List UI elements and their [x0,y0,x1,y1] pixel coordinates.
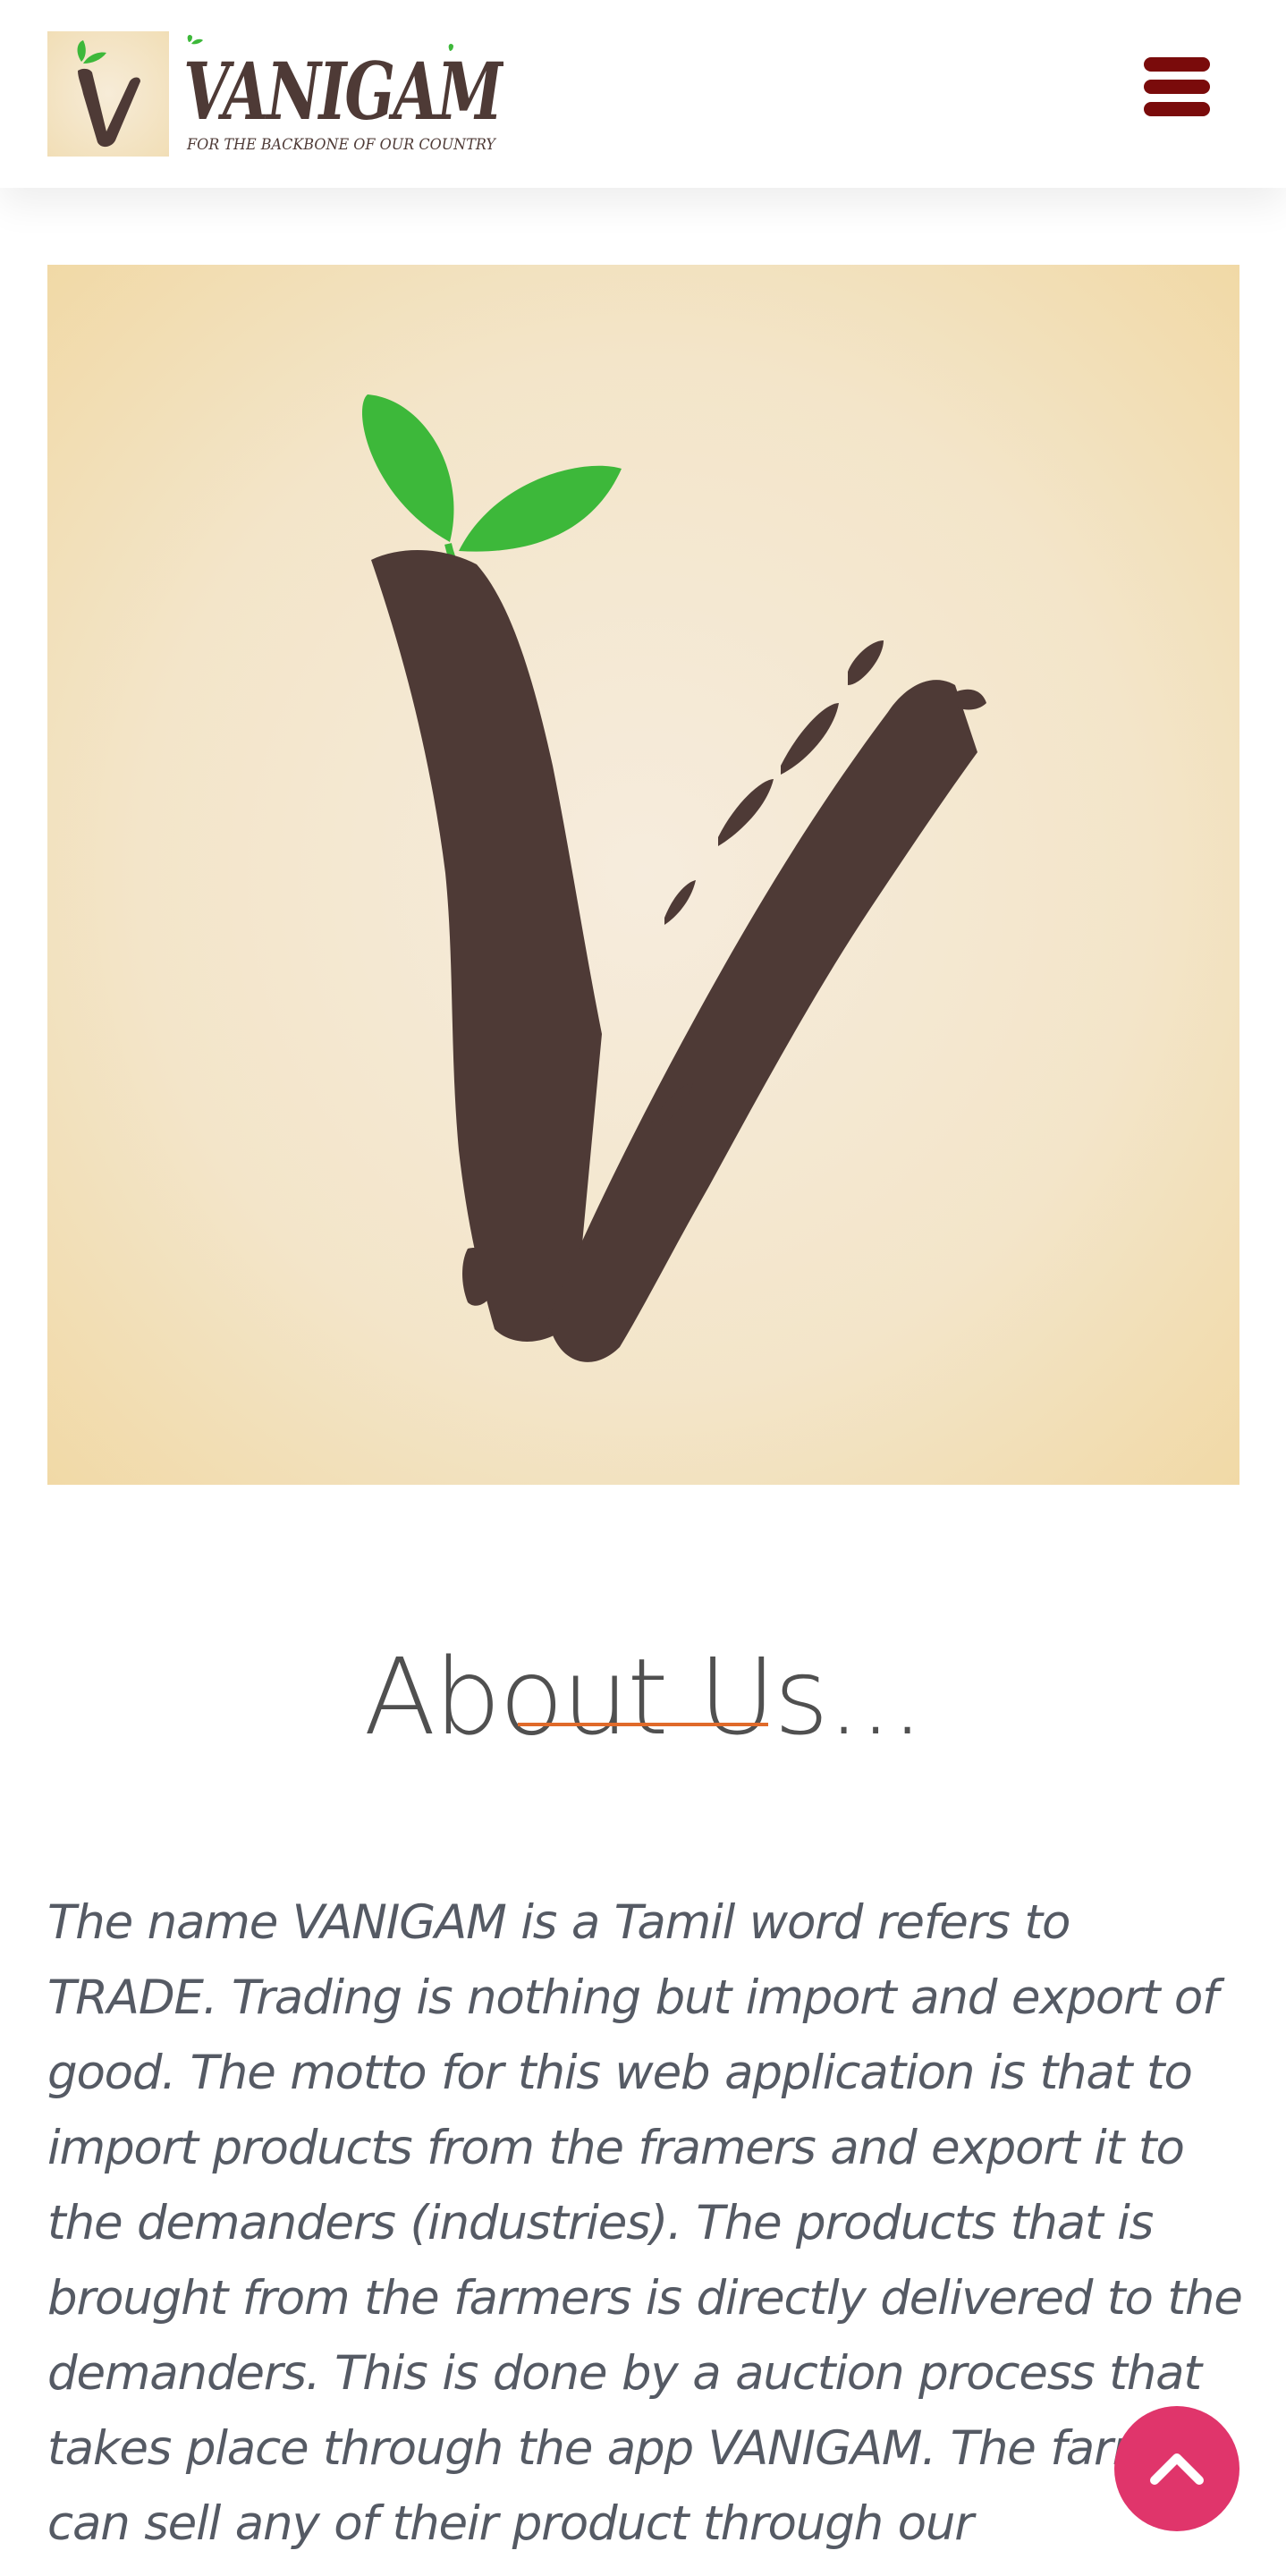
brand-logo-link[interactable]: VANIGAM FOR THE BACKBONE OF OUR COUNTRY [47,31,503,157]
hamburger-menu-icon[interactable] [1141,57,1213,116]
about-title: About Us... [363,1635,925,1759]
about-description: The name VANIGAM is a Tamil word refers … [47,1895,1243,2576]
back-to-top-button[interactable] [1114,2406,1239,2531]
title-divider [518,1723,768,1726]
chevron-up-icon [1150,2453,1204,2485]
page: VANIGAM FOR THE BACKBONE OF OUR COUNTRY [0,0,1286,2576]
brand-mark-icon [47,31,169,157]
site-header: VANIGAM FOR THE BACKBONE OF OUR COUNTRY [0,0,1286,188]
brand-tagline: FOR THE BACKBONE OF OUR COUNTRY [186,136,497,154]
brand-wordmark: VANIGAM FOR THE BACKBONE OF OUR COUNTRY [182,33,503,157]
leaf-left [361,394,454,542]
menu-bar [1144,80,1210,94]
brand-name: VANIGAM [183,45,503,138]
v-right-stroke [548,680,977,1362]
leaf-right [459,465,622,552]
menu-bar [1144,102,1210,116]
hero-logo-image [47,265,1239,1485]
menu-bar [1144,57,1210,72]
